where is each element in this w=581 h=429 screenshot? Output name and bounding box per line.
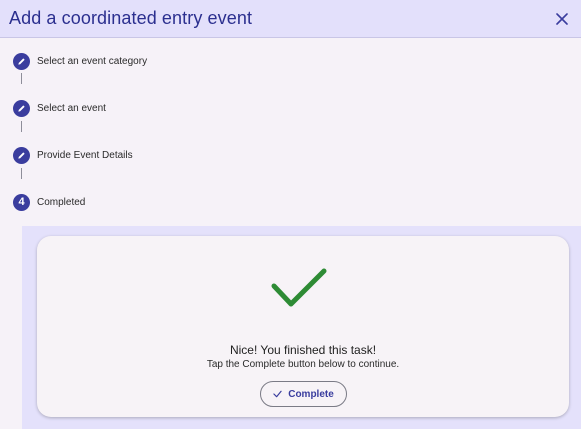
step-edit-indicator (13, 99, 30, 117)
step-label: Completed (37, 196, 86, 208)
complete-button-label: Complete (288, 388, 334, 400)
check-icon (273, 390, 282, 398)
step-connector (21, 121, 22, 132)
pencil-icon (18, 151, 25, 159)
step-edit-indicator (13, 146, 30, 164)
step-edit-indicator (13, 52, 30, 70)
step-connector (21, 73, 22, 84)
checkmark-icon (271, 268, 327, 307)
step-select-event[interactable]: Select an event (13, 99, 106, 117)
step-select-category[interactable]: Select an event category (13, 52, 147, 70)
step-connector (21, 168, 22, 179)
step-completed[interactable]: 4 Completed (13, 193, 85, 211)
step-number: 4 (13, 193, 30, 211)
step-label: Provide Event Details (37, 149, 133, 161)
pencil-icon (18, 57, 25, 65)
step-content: Nice! You finished this task! Tap the Co… (22, 226, 581, 429)
success-subtitle: Tap the Complete button below to continu… (206, 359, 400, 370)
left-strip (0, 226, 22, 429)
dialog-title: Add a coordinated entry event (9, 8, 253, 28)
close-button[interactable] (550, 7, 574, 31)
pencil-icon (18, 104, 25, 112)
dialog-header: Add a coordinated entry event (0, 0, 581, 38)
success-title: Nice! You finished this task! (229, 343, 377, 357)
stepper: Select an event category Select an event… (0, 38, 581, 226)
step-provide-details[interactable]: Provide Event Details (13, 146, 133, 164)
step-label: Select an event category (37, 55, 148, 67)
step-label: Select an event (37, 102, 106, 114)
close-icon (556, 13, 568, 25)
complete-button[interactable]: Complete (260, 381, 347, 407)
completion-card: Nice! You finished this task! Tap the Co… (37, 236, 569, 417)
coordinated-entry-dialog: Add a coordinated entry event Select an … (0, 0, 581, 429)
